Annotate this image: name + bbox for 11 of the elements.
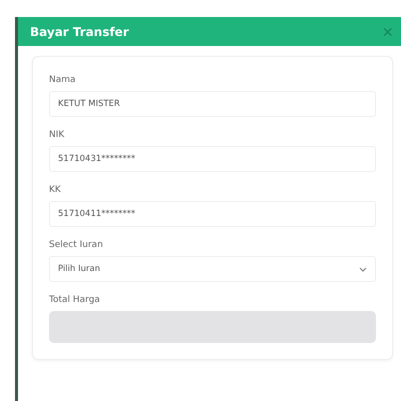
input-field[interactable]: KETUT MISTER xyxy=(49,91,376,117)
field-label: NIK xyxy=(49,130,66,140)
chevron-down-icon xyxy=(359,266,367,272)
field-label: Select Iuran xyxy=(49,240,104,250)
field-label: Total Harga xyxy=(49,295,101,305)
modal-title: Bayar Transfer xyxy=(30,24,129,38)
input-field[interactable]: 51710411******** xyxy=(49,201,376,227)
field-label: Nama xyxy=(49,75,77,85)
field-label: KK xyxy=(49,185,62,195)
select-field[interactable]: Pilih Iuran xyxy=(49,256,376,282)
input-field[interactable]: 51710431******** xyxy=(49,146,376,172)
